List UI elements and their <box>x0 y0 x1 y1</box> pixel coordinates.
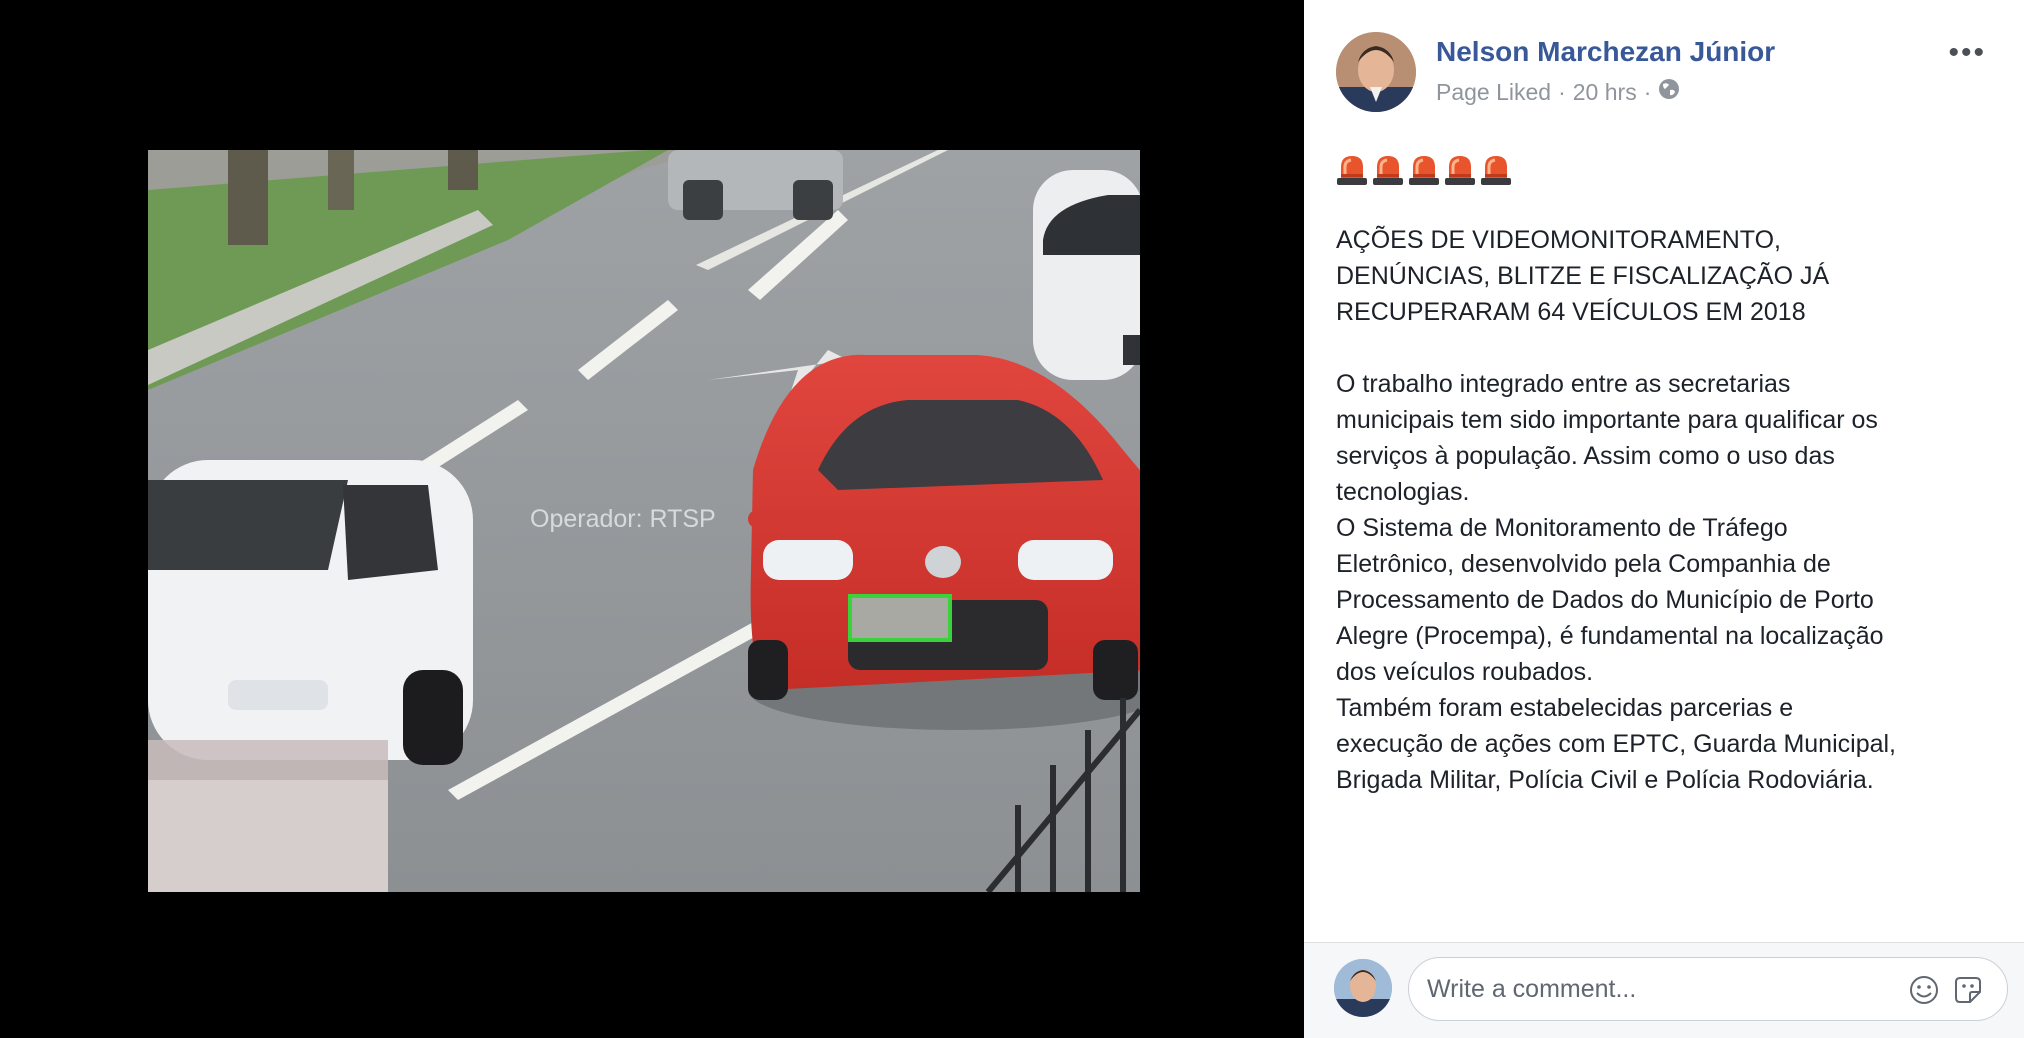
police-siren-icon <box>1445 156 1475 185</box>
post-headline: AÇÕES DE VIDEOMONITORAMENTO, DENÚNCIAS, … <box>1336 222 1996 330</box>
headline-line: RECUPERARAM 64 VEÍCULOS EM 2018 <box>1336 298 1806 326</box>
post-body: O trabalho integrado entre as secretaria… <box>1336 366 1996 798</box>
user-avatar[interactable] <box>1334 959 1392 1017</box>
police-siren-icon <box>1337 156 1367 185</box>
post-meta: Page Liked · 20 hrs · <box>1436 78 1680 106</box>
body-line: execução de ações com EPTC, Guarda Munic… <box>1336 730 1896 758</box>
meta-separator: · <box>1643 78 1652 105</box>
police-siren-icon <box>1409 156 1439 185</box>
camera-overlay-text: Operador: RTSP <box>530 505 716 533</box>
smiley-icon[interactable] <box>1908 974 1940 1006</box>
body-line: dos veículos roubados. <box>1336 658 1594 686</box>
police-siren-icon <box>1481 156 1511 185</box>
photo-viewer: Operador: RTSP <box>0 0 1304 1038</box>
body-line: serviços à população. Assim como o uso d… <box>1336 442 1835 470</box>
emoji-row <box>1336 152 1512 186</box>
body-line: Processamento de Dados do Município de P… <box>1336 586 1874 614</box>
body-line: O trabalho integrado entre as secretaria… <box>1336 370 1791 398</box>
headline-line: DENÚNCIAS, BLITZE E FISCALIZAÇÃO JÁ <box>1336 262 1830 290</box>
body-line: municipais tem sido importante para qual… <box>1336 406 1878 434</box>
page-liked-label: Page Liked <box>1436 78 1552 105</box>
body-line: O Sistema de Monitoramento de Tráfego <box>1336 514 1788 542</box>
body-line: Brigada Militar, Polícia Civil e Polícia… <box>1336 766 1874 794</box>
globe-icon <box>1658 78 1680 106</box>
post-photo[interactable]: Operador: RTSP <box>148 150 1140 892</box>
author-name[interactable]: Nelson Marchezan Júnior <box>1436 36 1775 68</box>
body-line: tecnologias. <box>1336 478 1470 506</box>
author-avatar[interactable] <box>1336 32 1416 112</box>
comment-composer: Write a comment... <box>1304 943 2024 1038</box>
post-panel: Nelson Marchezan Júnior Page Liked · 20 … <box>1304 0 2024 1038</box>
body-line: Alegre (Procempa), é fundamental na loca… <box>1336 622 1884 650</box>
post-timestamp[interactable]: 20 hrs <box>1573 79 1637 106</box>
post-text: AÇÕES DE VIDEOMONITORAMENTO, DENÚNCIAS, … <box>1336 222 1996 798</box>
sticker-icon[interactable] <box>1952 974 1984 1006</box>
police-siren-icon <box>1373 156 1403 185</box>
more-options-button[interactable]: ••• <box>1948 36 1986 70</box>
body-line: Também foram estabelecidas parcerias e <box>1336 694 1794 722</box>
body-line: Eletrônico, desenvolvido pela Companhia … <box>1336 550 1831 578</box>
meta-separator: · <box>1558 78 1566 105</box>
headline-line: AÇÕES DE VIDEOMONITORAMENTO, <box>1336 226 1781 254</box>
